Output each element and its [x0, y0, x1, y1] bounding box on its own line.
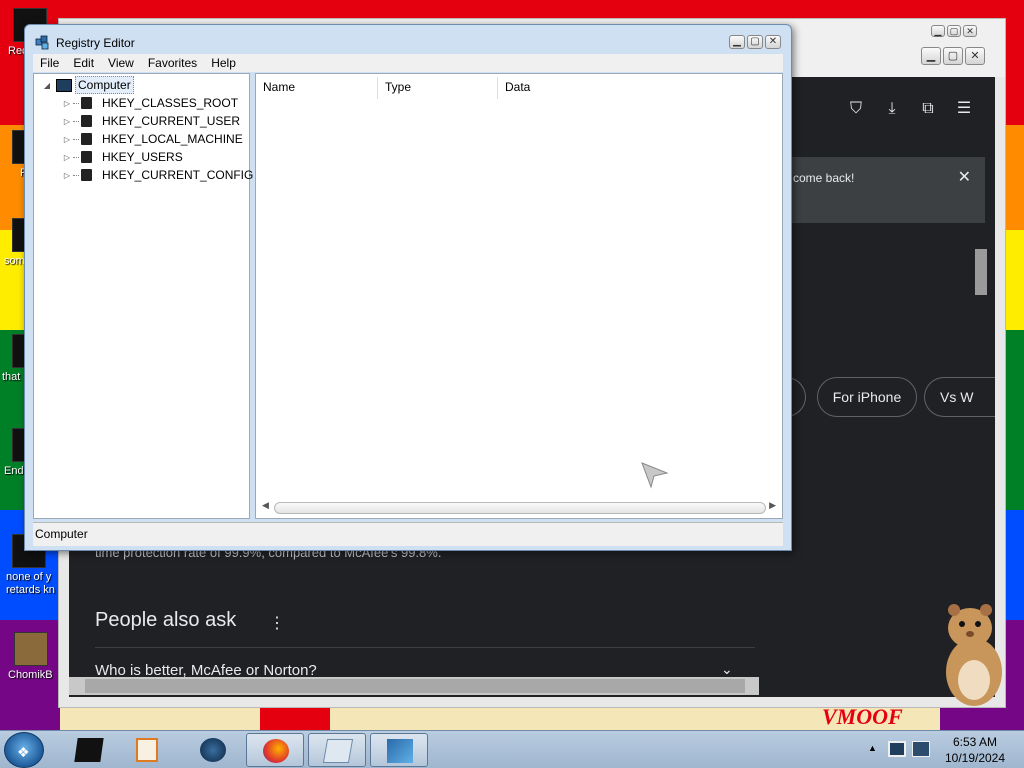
registry-editor-icon — [35, 35, 49, 50]
expand-arrow-icon[interactable]: ▷ — [62, 153, 72, 162]
status-bar: Computer — [33, 522, 783, 546]
network-icon[interactable] — [888, 741, 906, 757]
clock-time: 6:53 AM — [952, 735, 998, 749]
taskbar-button[interactable] — [120, 733, 178, 767]
menu-file[interactable]: File — [33, 54, 66, 72]
tree-node-hklm[interactable]: ▷ HKEY_LOCAL_MACHINE — [62, 130, 245, 148]
tree-node-hkcr[interactable]: ▷ HKEY_CLASSES_ROOT — [62, 94, 240, 112]
tree-node-label[interactable]: Computer — [75, 76, 134, 94]
menu-help[interactable]: Help — [204, 54, 243, 72]
folder-icon — [81, 97, 92, 109]
horizontal-scrollbar[interactable] — [69, 677, 759, 695]
show-hidden-icons-icon[interactable]: ▲ — [868, 743, 877, 753]
regedit-caption-buttons: ▁ ▢ ✕ — [729, 35, 781, 49]
notification-text: come back! — [793, 171, 855, 185]
menu-icon[interactable]: ☰ — [953, 98, 975, 120]
regedit-titlebar[interactable]: Registry Editor ▁ ▢ ✕ — [25, 25, 791, 55]
registry-editor-icon — [387, 739, 413, 763]
expand-arrow-icon[interactable]: ▷ — [62, 99, 72, 108]
registry-tree[interactable]: ◢ Computer ▷ HKEY_CLASSES_ROOT ▷ HKEY_CU… — [33, 73, 253, 519]
folder-icon — [81, 151, 92, 163]
expand-arrow-icon[interactable]: ▷ — [62, 171, 72, 180]
minimize-icon[interactable]: ▁ — [729, 35, 745, 49]
folder-icon — [81, 169, 92, 181]
mouse-cursor-icon — [641, 462, 669, 489]
folder-icon — [81, 133, 92, 145]
windows-logo-icon: ❖ — [17, 744, 30, 760]
close-icon[interactable]: ✕ — [965, 47, 985, 65]
tree-node-hkcc[interactable]: ▷ HKEY_CURRENT_CONFIG — [62, 166, 255, 184]
people-also-ask-heading: People also ask — [95, 609, 237, 631]
start-button[interactable]: ❖ — [4, 732, 44, 768]
globe-icon — [200, 738, 226, 762]
column-header-type[interactable]: Type — [378, 77, 498, 99]
column-header-data[interactable]: Data — [498, 77, 782, 99]
media-player-icon — [136, 738, 158, 762]
taskbar-button[interactable] — [60, 733, 118, 767]
menu-view[interactable]: View — [101, 54, 141, 72]
window-title: Registry Editor — [56, 36, 135, 50]
pocket-icon[interactable]: ⛉ — [845, 98, 867, 120]
scroll-left-icon[interactable]: ◀ — [262, 500, 269, 511]
chevron-down-icon[interactable]: ⌄ — [721, 661, 733, 678]
registry-editor-window[interactable]: Registry Editor ▁ ▢ ✕ File Edit View Fav… — [24, 24, 792, 551]
scroll-right-icon[interactable]: ▶ — [769, 500, 776, 511]
notification-bar: come back! ✕ — [789, 157, 985, 223]
desktop-icon-chomik[interactable]: ChomikB — [0, 632, 60, 682]
clock-date: 10/19/2024 — [944, 751, 1006, 765]
close-icon[interactable]: ✕ — [958, 167, 971, 187]
terminal-icon — [74, 738, 104, 762]
minimize-icon[interactable]: ▁ — [921, 47, 941, 65]
taskbar-button-regedit[interactable] — [370, 733, 428, 767]
tree-node-hkcu[interactable]: ▷ HKEY_CURRENT_USER — [62, 112, 242, 130]
menu-edit[interactable]: Edit — [66, 54, 101, 72]
collapse-arrow-icon[interactable]: ◢ — [42, 81, 52, 90]
minimize-icon[interactable]: ▁ — [931, 25, 945, 37]
more-options-icon[interactable]: ⋮ — [269, 613, 285, 633]
hamster-icon — [14, 632, 48, 666]
close-icon[interactable]: ✕ — [963, 25, 977, 37]
taskbar-button[interactable] — [184, 733, 242, 767]
expand-arrow-icon[interactable]: ▷ — [62, 117, 72, 126]
browser-caption-buttons: ▁ ▢ ✕ — [921, 47, 985, 65]
volume-icon[interactable] — [912, 741, 930, 757]
computer-icon — [56, 78, 72, 92]
menu-bar: File Edit View Favorites Help — [33, 54, 783, 72]
horizontal-scrollbar[interactable]: ◀ ▶ — [260, 500, 778, 516]
column-header-name[interactable]: Name — [256, 77, 378, 99]
clock[interactable]: 6:53 AM 10/19/2024 — [940, 734, 1010, 766]
browser-caption-buttons-small: ▁ ▢ ✕ — [931, 25, 977, 37]
search-chip[interactable]: Vs W — [924, 377, 995, 417]
tree-node-hku[interactable]: ▷ HKEY_USERS — [62, 148, 185, 166]
notepad-icon — [322, 739, 354, 763]
download-icon[interactable]: ⤓ — [881, 98, 903, 120]
menu-favorites[interactable]: Favorites — [141, 54, 204, 72]
hamster-icon — [946, 604, 1002, 706]
tree-node-computer[interactable]: ◢ Computer — [42, 76, 134, 94]
taskbar-button-firefox[interactable] — [246, 733, 304, 767]
values-list[interactable]: Name Type Data ◀ ▶ — [255, 73, 783, 519]
divider — [95, 647, 755, 648]
maximize-icon[interactable]: ▢ — [947, 25, 961, 37]
taskbar: ❖ ▲ 6:53 AM 10/19/2024 — [0, 730, 1024, 768]
firefox-icon — [263, 739, 289, 763]
maximize-icon[interactable]: ▢ — [747, 35, 763, 49]
close-icon[interactable]: ✕ — [765, 35, 781, 49]
folder-icon — [81, 115, 92, 127]
scrollbar-thumb[interactable] — [274, 502, 766, 514]
search-chip[interactable]: For iPhone — [817, 377, 917, 417]
taskbar-button-notepad[interactable] — [308, 733, 366, 767]
extensions-icon[interactable]: ⧉ — [917, 98, 939, 120]
expand-arrow-icon[interactable]: ▷ — [62, 135, 72, 144]
maximize-icon[interactable]: ▢ — [943, 47, 963, 65]
